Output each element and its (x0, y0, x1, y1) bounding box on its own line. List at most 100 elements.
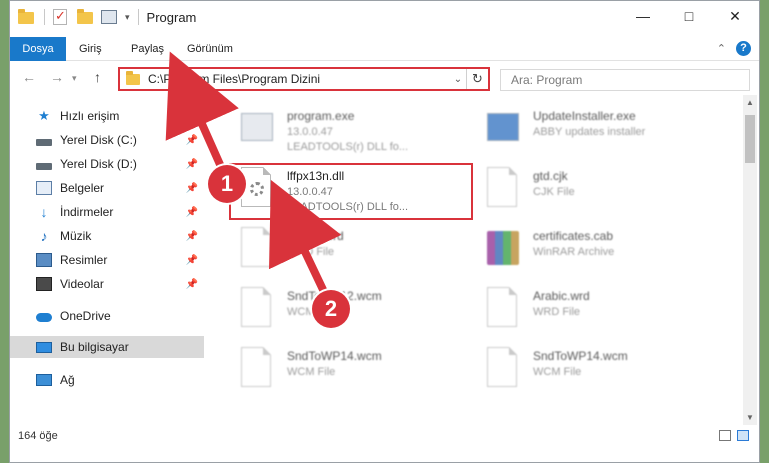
file-name: SndToWP14.wcm (287, 349, 382, 363)
help-icon[interactable]: ? (736, 41, 751, 56)
view-switcher (719, 430, 749, 441)
tab-home[interactable]: Giriş (66, 37, 115, 61)
divider (137, 9, 139, 25)
back-arrow-icon[interactable]: ← (22, 69, 36, 85)
file-item[interactable]: Arabic.wrd WRD File (481, 283, 721, 339)
computer-icon (36, 341, 52, 353)
refresh-icon[interactable]: ↻ (466, 69, 488, 89)
file-icon (487, 167, 521, 209)
desktop-background-right (760, 0, 769, 463)
nav-item-documents[interactable]: Belgeler 📌 (10, 177, 204, 199)
explorer-window: ▾ Program — □ ✕ Dosya Giriş Paylaş Görün… (9, 0, 760, 463)
check-icon[interactable] (53, 8, 69, 25)
status-bar: 164 öğe (10, 425, 759, 447)
chevron-up-icon[interactable]: ⌃ (717, 42, 726, 55)
nav-item-label: Ağ (60, 373, 75, 387)
pin-icon[interactable]: 📌 (186, 231, 198, 242)
nav-item-label: Yerel Disk (D:) (60, 157, 137, 171)
onedrive-icon (36, 313, 52, 322)
file-item[interactable]: program.exe 13.0.0.47 LEADTOOLS(r) DLL f… (235, 103, 475, 159)
pin-icon[interactable]: 📌 (186, 135, 198, 146)
file-item[interactable]: certificates.cab WinRAR Archive (481, 223, 721, 279)
window-title: Program (146, 9, 197, 25)
file-icon (487, 287, 521, 329)
nav-item-local-disk-c[interactable]: Yerel Disk (C:) 📌 (10, 129, 204, 151)
rar-icon (487, 227, 521, 269)
pin-icon[interactable]: 📌 (186, 255, 198, 266)
star-icon: ★ (38, 108, 50, 123)
file-version: 13.0.0.47 (287, 126, 333, 138)
properties-icon[interactable] (101, 9, 117, 25)
nav-item-onedrive[interactable]: OneDrive (10, 305, 204, 327)
file-type: WinRAR Archive (533, 246, 615, 258)
pin-icon[interactable]: 📌 (186, 279, 198, 290)
nav-item-this-pc[interactable]: Bu bilgisayar (10, 336, 204, 358)
file-list: program.exe 13.0.0.47 LEADTOOLS(r) DLL f… (215, 95, 743, 425)
file-icon (241, 227, 275, 269)
up-arrow-icon[interactable]: ↑ (94, 69, 101, 85)
navigation-pane: ★ Hızlı erişim Yerel Disk (C:) 📌 Yerel D… (10, 95, 204, 425)
forward-arrow-icon[interactable]: → (50, 69, 64, 85)
chevron-down-icon[interactable]: ⌄ (450, 74, 466, 85)
nav-item-videos[interactable]: Videolar 📌 (10, 273, 204, 295)
nav-item-label: Videolar (60, 277, 104, 291)
file-item[interactable]: Arabic.wrd WRD File (235, 223, 475, 279)
exe-icon (241, 107, 275, 149)
nav-item-pictures[interactable]: Resimler 📌 (10, 249, 204, 271)
address-row: ← → ▾ ↑ C:\Program Files\Program Dizini … (10, 61, 759, 95)
folder-icon[interactable] (77, 9, 93, 25)
file-name: Arabic.wrd (533, 289, 590, 303)
file-item[interactable]: SndToWP14.wcm WCM File (235, 343, 475, 399)
file-item[interactable]: SndToWP14.wcm WCM File (481, 343, 721, 399)
tab-share[interactable]: Paylaş (118, 37, 177, 61)
maximize-button[interactable]: □ (666, 1, 712, 31)
file-icon (241, 287, 275, 329)
minimize-button[interactable]: — (620, 1, 666, 31)
folder-icon (18, 9, 34, 25)
details-view-icon[interactable] (719, 430, 731, 441)
step-marker-2: 2 (312, 290, 350, 328)
address-bar[interactable]: C:\Program Files\Program Dizini ⌄ ↻ (118, 67, 490, 91)
file-item[interactable]: SndToWP12.wcm WCM File (235, 283, 475, 339)
nav-item-music[interactable]: ♪ Müzik 📌 (10, 225, 204, 247)
search-input[interactable]: Ara: Program (500, 69, 750, 91)
pin-icon[interactable]: 📌 (186, 159, 198, 170)
tab-file[interactable]: Dosya (10, 37, 66, 61)
vertical-scrollbar[interactable]: ▲ ▼ (743, 95, 757, 425)
pin-icon[interactable]: 📌 (186, 183, 198, 194)
dropdown-icon[interactable]: ▾ (125, 12, 130, 23)
installer-icon (487, 107, 521, 149)
file-name: UpdateInstaller.exe (533, 109, 636, 123)
file-name: certificates.cab (533, 229, 614, 243)
step-marker-1: 1 (208, 165, 246, 203)
file-item[interactable]: gtd.cjk CJK File (481, 163, 721, 219)
nav-item-downloads[interactable]: ↓ İndirmeler 📌 (10, 201, 204, 223)
network-icon (36, 374, 52, 386)
nav-item-label: Hızlı erişim (60, 109, 120, 123)
scroll-up-icon[interactable]: ▲ (743, 98, 757, 107)
nav-item-local-disk-d[interactable]: Yerel Disk (D:) 📌 (10, 153, 204, 175)
large-icons-view-icon[interactable] (737, 430, 749, 441)
file-type: WRD File (533, 306, 581, 318)
tab-view[interactable]: Görünüm (174, 37, 246, 61)
music-icon: ♪ (40, 228, 48, 244)
nav-item-quick-access[interactable]: ★ Hızlı erişim (10, 105, 204, 127)
download-icon: ↓ (40, 204, 48, 220)
quick-access-toolbar: ▾ Program (18, 8, 197, 25)
nav-item-network[interactable]: Ağ (10, 369, 204, 391)
file-type: CJK File (533, 186, 575, 198)
title-bar: ▾ Program — □ ✕ (10, 1, 759, 37)
file-name: program.exe (287, 109, 355, 123)
pictures-icon (36, 253, 52, 267)
file-icon (487, 347, 521, 389)
nav-item-label: OneDrive (60, 309, 111, 323)
scrollbar-thumb[interactable] (745, 115, 755, 163)
scroll-down-icon[interactable]: ▼ (743, 413, 757, 422)
pin-icon[interactable]: 📌 (186, 207, 198, 218)
drive-icon (36, 138, 52, 146)
file-type: WRD File (287, 246, 335, 258)
recent-dropdown-icon[interactable]: ▾ (72, 73, 77, 84)
file-item[interactable]: UpdateInstaller.exe ABBY updates install… (481, 103, 721, 159)
file-type: WCM File (287, 366, 336, 378)
close-button[interactable]: ✕ (712, 1, 758, 31)
